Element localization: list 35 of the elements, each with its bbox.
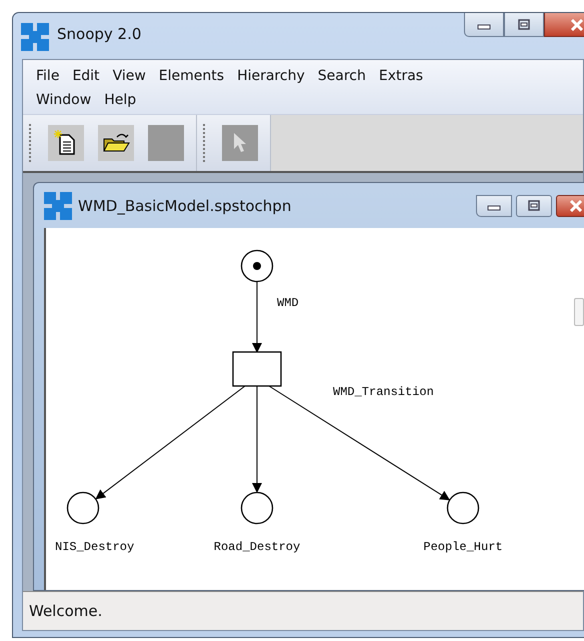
minimize-button[interactable]: [464, 13, 504, 37]
close-icon: [570, 18, 584, 30]
menu-item[interactable]: File: [33, 64, 68, 88]
restore-icon: [517, 18, 531, 30]
app-logo-icon: [44, 192, 72, 220]
place-label: Road_Destroy: [214, 540, 300, 554]
menu-item[interactable]: Edit: [69, 64, 108, 88]
place-label: WMD: [277, 296, 299, 310]
app-logo-icon: [21, 23, 49, 51]
arc-arrow: [252, 282, 262, 353]
menu-item[interactable]: Extras: [376, 64, 432, 88]
transition-label: WMD_Transition: [333, 385, 434, 399]
minimize-button[interactable]: [476, 194, 512, 216]
close-icon: [569, 200, 583, 212]
menu-item[interactable]: Search: [314, 64, 374, 88]
place-label: People_Hurt: [423, 540, 503, 554]
pointer-icon: [232, 132, 248, 154]
close-button[interactable]: [556, 194, 584, 216]
new-button[interactable]: [48, 125, 84, 161]
transition-node: [232, 351, 282, 387]
restore-icon: [527, 200, 541, 212]
scrollbar-thumb[interactable]: [574, 298, 584, 326]
menu-item[interactable]: Elements: [156, 64, 232, 88]
status-text: Welcome.: [29, 602, 102, 620]
menu-item[interactable]: Help: [101, 88, 144, 112]
window-title: Snoopy 2.0: [57, 25, 142, 43]
menu-item[interactable]: Hierarchy: [234, 64, 313, 88]
open-button[interactable]: [98, 125, 134, 161]
menu-item[interactable]: View: [110, 64, 154, 88]
place-label: NIS_Destroy: [55, 540, 134, 554]
maximize-button[interactable]: [504, 13, 544, 37]
menu-item[interactable]: Window: [33, 88, 100, 112]
maximize-button[interactable]: [516, 194, 552, 216]
new-document-icon: [54, 130, 78, 156]
document-title: WMD_BasicModel.spstochpn: [78, 196, 292, 214]
